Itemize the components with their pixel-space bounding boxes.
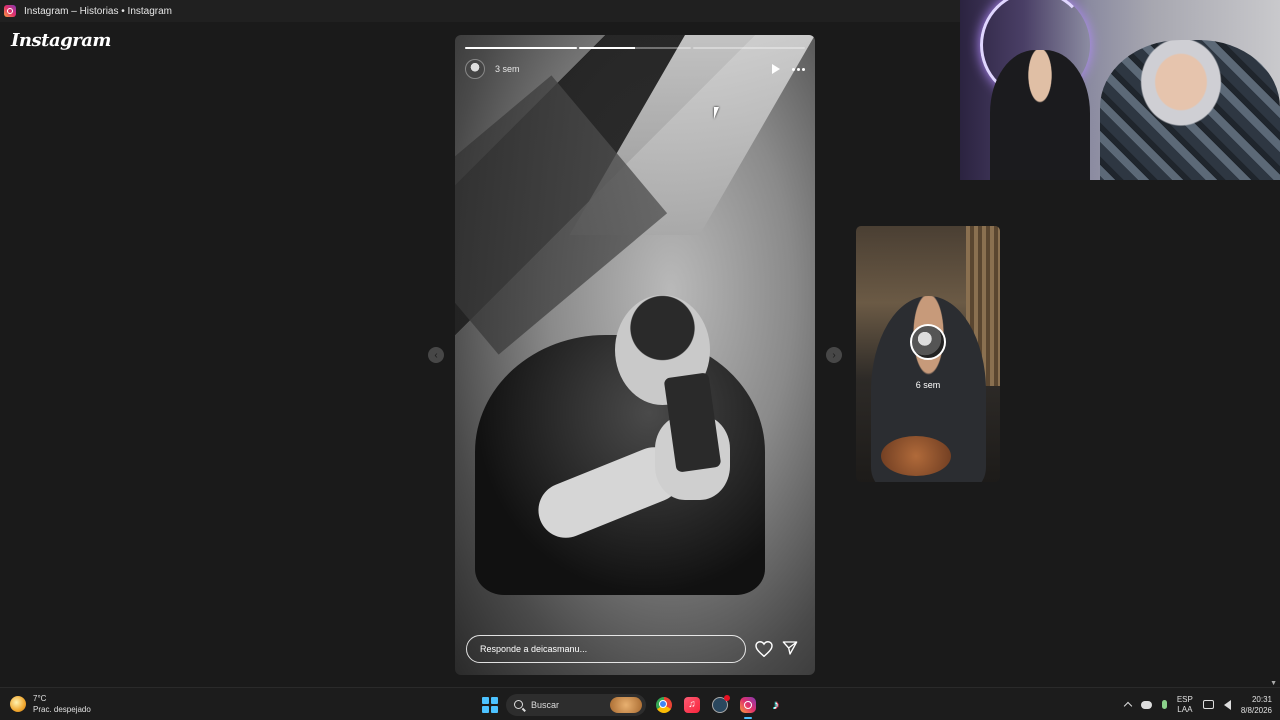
webcam-person-left: [990, 50, 1090, 180]
progress-fill: [579, 47, 635, 49]
search-label: Buscar: [531, 699, 560, 710]
preview-timestamp: 6 sem: [915, 380, 941, 390]
system-tray: ESP LAA 20:31 8/8/2026: [1123, 692, 1272, 717]
weather-widget[interactable]: 7°C Prac. despejado: [10, 693, 91, 715]
weather-text: 7°C Prac. despejado: [33, 693, 91, 715]
lang-line2: LAA: [1177, 704, 1193, 714]
instagram-app-icon: [4, 5, 16, 17]
progress-segment: [579, 47, 691, 49]
weather-desc: Prac. despejado: [33, 705, 91, 714]
taskbar-apps: Buscar ♫ ♪: [482, 693, 786, 719]
weather-temp: 7°C: [33, 694, 47, 703]
story-header: 3 sem: [465, 57, 805, 81]
mouse-cursor-icon: [714, 107, 719, 119]
story-progress-bar: [465, 47, 805, 49]
more-options-icon[interactable]: [792, 67, 805, 71]
progress-segment: [693, 47, 805, 49]
progress-fill: [465, 47, 577, 49]
discord-icon[interactable]: [1140, 700, 1152, 709]
windows-start-icon[interactable]: [482, 696, 498, 713]
progress-segment: [465, 47, 577, 49]
clock-time: 20:31: [1251, 694, 1272, 704]
window-title: Instagram – Historias • Instagram: [24, 5, 172, 17]
story-author-avatar[interactable]: [465, 59, 485, 79]
heart-icon[interactable]: [755, 641, 773, 657]
microphone-icon[interactable]: [1161, 700, 1167, 709]
weather-moon-icon: [10, 696, 26, 712]
webcam-person-right: [1100, 40, 1280, 180]
story-controls: [772, 64, 805, 74]
preview-photo-food: [881, 436, 951, 476]
taskbar-music[interactable]: ♫: [682, 695, 702, 715]
scroll-down-arrow-icon[interactable]: ▼: [1270, 680, 1277, 687]
apple-music-icon: ♫: [684, 696, 700, 713]
send-icon[interactable]: [782, 640, 798, 656]
instagram-icon: [740, 696, 756, 713]
network-icon[interactable]: [1202, 700, 1214, 709]
reply-input[interactable]: Responde a deicasmanu...: [466, 635, 746, 663]
story-viewer[interactable]: 3 sem Responde a deicasmanu...: [455, 35, 815, 675]
lang-line1: ESP: [1176, 694, 1193, 704]
taskbar-clock[interactable]: 20:31 8/8/2026: [1241, 694, 1272, 716]
notification-badge: [724, 694, 730, 701]
play-icon[interactable]: [772, 64, 780, 74]
input-language[interactable]: ESP LAA: [1177, 695, 1193, 715]
windows-taskbar: 7°C Prac. despejado Buscar ♫ ♪ ESP LAA 2…: [0, 687, 1280, 720]
next-story-preview[interactable]: 6 sem: [856, 226, 1000, 482]
webcam-overlay: [960, 0, 1280, 180]
previous-story-button[interactable]: ‹: [428, 347, 444, 363]
taskbar-chrome[interactable]: [654, 695, 674, 715]
tiktok-icon: ♪: [772, 697, 780, 712]
taskbar-instagram[interactable]: [738, 695, 758, 719]
taskbar-steam[interactable]: [710, 694, 730, 715]
next-story-button[interactable]: ›: [826, 347, 842, 363]
chrome-icon: [656, 696, 672, 713]
volume-icon[interactable]: [1223, 699, 1231, 710]
search-icon: [514, 700, 523, 709]
story-timestamp: 3 sem: [495, 64, 520, 74]
clock-date: 8/8/2026: [1240, 705, 1272, 715]
preview-author-avatar: [910, 324, 946, 360]
show-hidden-icons-chevron-icon[interactable]: [1123, 701, 1133, 711]
taskbar-tiktok[interactable]: ♪: [766, 695, 786, 715]
search-highlight-image: [610, 696, 642, 713]
taskbar-search[interactable]: Buscar: [506, 693, 646, 716]
instagram-logo[interactable]: Instagram: [11, 30, 111, 51]
